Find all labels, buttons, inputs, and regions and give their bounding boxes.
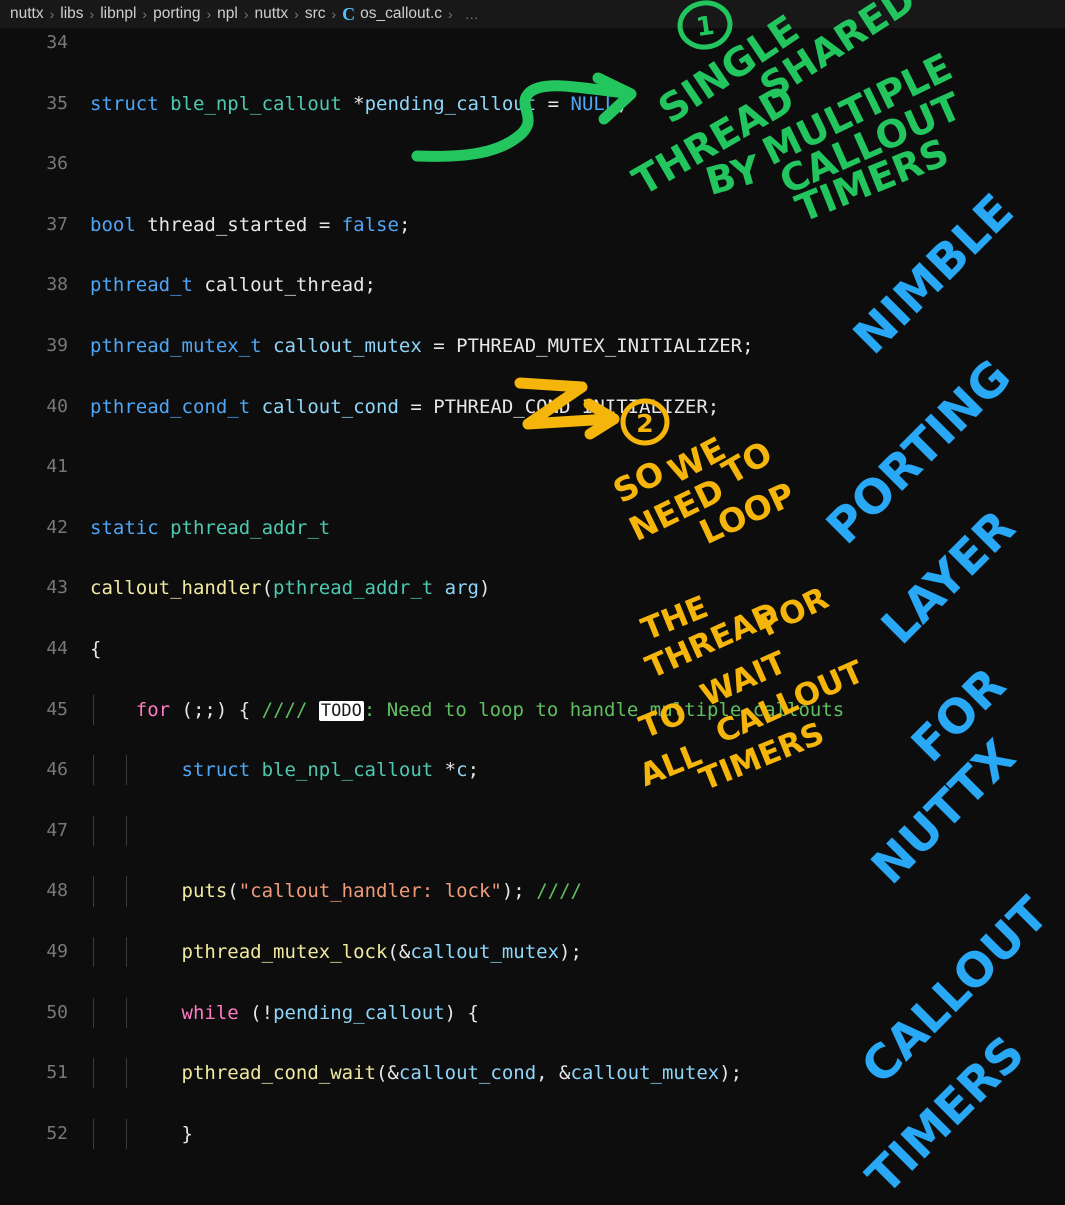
breadcrumb-item-nuttx[interactable]: nuttx	[10, 5, 44, 23]
indent-guide	[93, 815, 94, 847]
breadcrumb-item-file[interactable]: os_callout.c	[360, 5, 442, 23]
breadcrumb-separator-icon: ›	[89, 6, 95, 22]
line-number: 47	[46, 819, 68, 841]
todo-badge: TODO	[318, 700, 364, 721]
code-line: 52 }	[0, 1118, 1065, 1150]
line-content[interactable]: struct ble_npl_callout *c;	[90, 755, 480, 785]
line-number: 34	[46, 32, 68, 53]
code-line: 41	[0, 452, 1065, 482]
line-content[interactable]: pthread_t callout_thread;	[90, 270, 376, 300]
code-line: 39 pthread_mutex_t callout_mutex = PTHREA…	[0, 331, 1065, 361]
breadcrumb-separator-icon: ›	[294, 6, 299, 22]
code-line: 49 pthread_mutex_lock(&callout_mutex);	[0, 936, 1065, 968]
code-line: 35 struct ble_npl_callout *pending_callou…	[0, 89, 1065, 119]
line-content[interactable]: pthread_mutex_lock(&callout_mutex);	[90, 937, 582, 967]
breadcrumb-separator-icon: ›	[243, 6, 249, 22]
code-line: 38 pthread_t callout_thread;	[0, 270, 1065, 300]
line-content[interactable]: struct ble_npl_callout *pending_callout …	[90, 89, 628, 119]
breadcrumb[interactable]: nuttx › libs › libnpl › porting › npl › …	[0, 0, 1065, 28]
breadcrumb-item-libs[interactable]: libs	[60, 5, 83, 23]
line-number: 49	[46, 940, 68, 962]
code-line: 36	[0, 149, 1065, 179]
breadcrumb-item-libnpl[interactable]: libnpl	[100, 5, 136, 23]
line-content[interactable]: callout_handler(pthread_addr_t arg)	[90, 573, 490, 603]
line-number: 41	[46, 456, 68, 478]
breadcrumb-separator-icon: ›	[331, 6, 337, 22]
line-content[interactable]: pthread_cond_t callout_cond = PTHREAD_CO…	[90, 392, 719, 422]
breadcrumb-item-porting[interactable]: porting	[153, 5, 200, 23]
line-content[interactable]: while (!pending_callout) {	[90, 998, 479, 1028]
breadcrumb-separator-icon: ›	[142, 6, 148, 22]
code-line: 44 {	[0, 634, 1065, 664]
line-number: 37	[46, 213, 68, 235]
code-line: 51 pthread_cond_wait(&callout_cond, &cal…	[0, 1058, 1065, 1089]
line-number: 52	[46, 1122, 68, 1144]
breadcrumb-separator-icon: ›	[448, 6, 453, 22]
line-number: 39	[46, 334, 68, 356]
line-number: 42	[46, 516, 68, 538]
line-content[interactable]: for (;;) { //// TODO: Need to loop to ha…	[90, 695, 844, 726]
line-number: 50	[46, 1001, 68, 1023]
line-content[interactable]: pthread_mutex_t callout_mutex = PTHREAD_…	[90, 331, 754, 361]
breadcrumb-item-npl[interactable]: npl	[217, 5, 238, 23]
breadcrumb-item-nuttx-2[interactable]: nuttx	[255, 5, 289, 23]
code-line: 48 puts("callout_handler: lock"); ////	[0, 876, 1065, 907]
breadcrumb-overflow[interactable]: …	[465, 6, 479, 22]
code-editor[interactable]: 34 35 struct ble_npl_callout *pending_cal…	[0, 28, 1065, 1169]
breadcrumb-item-src[interactable]: src	[305, 5, 326, 23]
code-line: 50 while (!pending_callout) {	[0, 997, 1065, 1028]
line-number: 40	[46, 395, 68, 417]
code-line: 45 for (;;) { //// TODO: Need to loop to…	[0, 694, 1065, 726]
line-number: 45	[46, 698, 68, 720]
line-content[interactable]: {	[90, 634, 101, 664]
line-number: 43	[46, 577, 68, 599]
line-number: 36	[46, 153, 68, 175]
line-content[interactable]: static pthread_addr_t	[90, 513, 330, 543]
code-line: 40 pthread_cond_t callout_cond = PTHREAD_…	[0, 392, 1065, 422]
line-content[interactable]: puts("callout_handler: lock"); ////	[90, 876, 582, 906]
code-line: 34	[0, 28, 1065, 58]
breadcrumb-separator-icon: ›	[206, 6, 212, 22]
breadcrumb-separator-icon: ›	[49, 6, 55, 22]
line-number: 35	[46, 92, 68, 114]
line-number: 51	[46, 1062, 68, 1084]
code-line: 43 callout_handler(pthread_addr_t arg)	[0, 573, 1065, 603]
code-line: 42 static pthread_addr_t	[0, 513, 1065, 543]
line-number: 38	[46, 274, 68, 296]
line-number: 44	[46, 637, 68, 659]
line-content[interactable]: pthread_cond_wait(&callout_cond, &callou…	[90, 1058, 743, 1088]
c-language-file-icon: C	[342, 3, 356, 24]
code-line: 47	[0, 815, 1065, 847]
line-content[interactable]: }	[90, 1119, 193, 1149]
code-line: 46 struct ble_npl_callout *c;	[0, 755, 1065, 786]
line-content[interactable]: bool thread_started = false;	[90, 210, 410, 240]
line-number: 48	[46, 880, 68, 902]
line-number: 46	[46, 759, 68, 781]
indent-guide	[126, 815, 127, 847]
code-line: 37 bool thread_started = false;	[0, 210, 1065, 240]
